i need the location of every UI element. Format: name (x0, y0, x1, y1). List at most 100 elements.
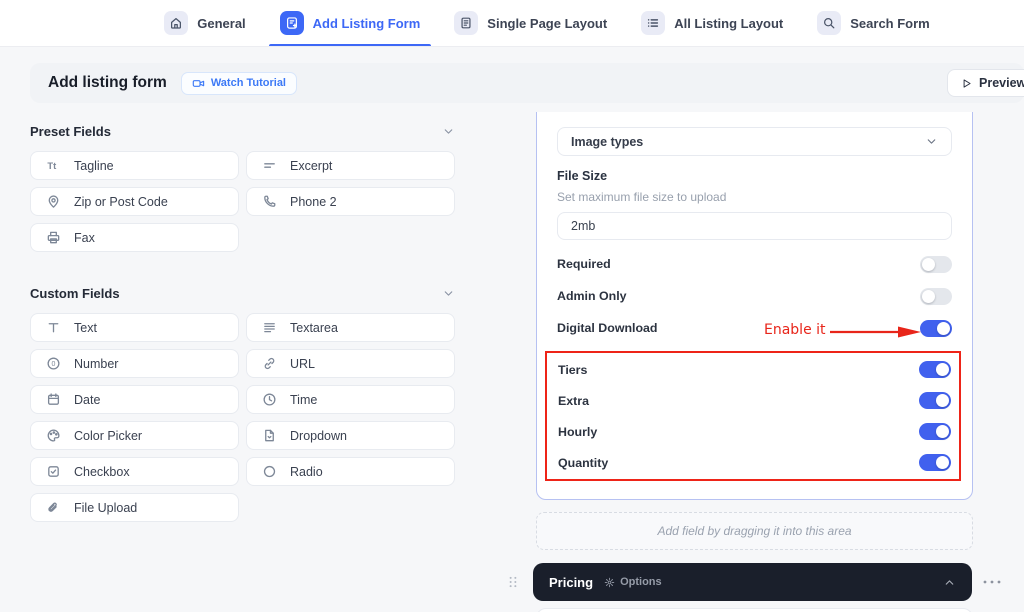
preview-label: Preview (979, 76, 1024, 90)
tab-label: Single Page Layout (487, 15, 608, 31)
toggle-extra[interactable] (919, 392, 951, 409)
chevron-down-icon[interactable] (442, 287, 455, 300)
image-types-value: Image types (571, 134, 644, 149)
field-label: Textarea (290, 320, 338, 335)
field-button-phone-2[interactable]: Phone 2 (246, 187, 455, 216)
number-icon: 0 (46, 356, 61, 371)
file-size-input[interactable] (557, 212, 952, 240)
preview-button[interactable]: Preview (947, 69, 1024, 97)
toggle-quantity[interactable] (919, 454, 951, 471)
add-listing-icon (285, 16, 299, 30)
fields-palette: Preset Fields Tt Tagline Excerpt Zip or Post… (30, 112, 455, 522)
toggle-label: Admin Only (557, 289, 627, 303)
field-button-radio[interactable]: Radio (246, 457, 455, 486)
toggle-knob (922, 289, 935, 303)
tab-label: Add Listing Form (312, 15, 421, 31)
toggle-label: Required (557, 257, 611, 271)
fax-icon (46, 230, 61, 245)
toggle-admin-only[interactable] (920, 287, 952, 305)
field-button-time[interactable]: Time (246, 385, 455, 414)
tab-single-page-layout[interactable]: Single Page Layout (437, 0, 624, 46)
field-button-excerpt[interactable]: Excerpt (246, 151, 455, 180)
page-title: Add listing form (48, 74, 167, 91)
field-button-checkbox[interactable]: Checkbox (30, 457, 239, 486)
field-label: Phone 2 (290, 194, 337, 209)
field-button-number[interactable]: 0 Number (30, 349, 239, 378)
toggle-tiers[interactable] (919, 361, 951, 378)
field-button-file-upload[interactable]: File Upload (30, 493, 239, 522)
svg-text:0: 0 (51, 361, 55, 368)
toggle-label: Extra (558, 393, 589, 408)
tab-iconbox (641, 11, 666, 35)
tab-iconbox (164, 11, 189, 35)
pricing-section-bar[interactable]: Pricing Options (533, 563, 972, 601)
field-button-zip-or-post-code[interactable]: Zip or Post Code (30, 187, 239, 216)
drop-area-text: Add field by dragging it into this area (657, 524, 852, 538)
tab-all-listing-layout[interactable]: All Listing Layout (624, 0, 800, 46)
field-label: Fax (74, 230, 95, 245)
annotation-arrow-icon (830, 326, 921, 338)
file-size-label: File Size (557, 169, 608, 183)
pricing-options-button[interactable]: Options (604, 576, 662, 588)
ellipsis-menu-icon[interactable] (982, 576, 1002, 588)
gear-icon (604, 577, 615, 588)
svg-text:Tt: Tt (47, 161, 56, 171)
excerpt-icon (262, 158, 277, 173)
toggle-label: Digital Download (557, 321, 658, 335)
field-button-date[interactable]: Date (30, 385, 239, 414)
tab-search-form[interactable]: Search Form (800, 0, 946, 46)
fields-grid: Text Textarea 0 Number URL Date Time Color Pick… (30, 313, 455, 522)
field-button-text[interactable]: Text (30, 313, 239, 342)
field-label: Excerpt (290, 158, 333, 173)
section-preset-fields: Preset Fields Tt Tagline Excerpt Zip or Post… (30, 123, 455, 252)
tab-add-listing-form[interactable]: Add Listing Form (263, 0, 438, 46)
tab-label: General (197, 15, 246, 31)
tab-iconbox (454, 11, 479, 35)
textarea-icon (262, 320, 277, 335)
field-label: Number (74, 356, 119, 371)
field-label: File Upload (74, 500, 138, 515)
annotation-enable-it: Enable it (764, 322, 826, 338)
toggle-knob (937, 321, 950, 335)
video-icon (192, 77, 205, 90)
drop-area[interactable]: Add field by dragging it into this area (536, 512, 973, 550)
watch-tutorial-label: Watch Tutorial (210, 77, 286, 89)
toggle-knob (936, 394, 949, 407)
zip-icon (46, 194, 61, 209)
tab-iconbox (817, 11, 842, 35)
toggle-row-tiers: Tiers (558, 354, 951, 385)
section-title: Custom Fields (30, 285, 120, 301)
field-button-fax[interactable]: Fax (30, 223, 239, 252)
toggle-row-quantity: Quantity (558, 447, 951, 478)
toggle-knob (922, 257, 935, 271)
toggle-required[interactable] (920, 255, 952, 273)
image-types-select[interactable]: Image types (557, 127, 952, 156)
section-header: Preset Fields (30, 123, 455, 139)
date-icon (46, 392, 61, 407)
checkbox-icon (46, 464, 61, 479)
field-button-url[interactable]: URL (246, 349, 455, 378)
field-label: URL (290, 356, 316, 371)
watch-tutorial-button[interactable]: Watch Tutorial (180, 71, 297, 95)
field-label: Zip or Post Code (74, 194, 168, 209)
chevron-down-icon (925, 135, 938, 148)
chevron-down-icon[interactable] (442, 125, 455, 138)
tab-general[interactable]: General (147, 0, 262, 46)
field-button-textarea[interactable]: Textarea (246, 313, 455, 342)
all-listing-icon (646, 16, 660, 30)
field-label: Dropdown (290, 428, 347, 443)
field-button-color-picker[interactable]: Color Picker (30, 421, 239, 450)
toggle-knob (936, 456, 949, 469)
field-button-dropdown[interactable]: Dropdown (246, 421, 455, 450)
color-picker-icon (46, 428, 61, 443)
drag-handle-icon[interactable] (506, 574, 520, 590)
tab-label: All Listing Layout (674, 15, 784, 31)
field-label: Checkbox (74, 464, 130, 479)
toggle-digital-download[interactable] (920, 319, 952, 337)
section-custom-fields: Custom Fields Text Textarea 0 Number URL Date T… (30, 285, 455, 522)
toggle-hourly[interactable] (919, 423, 951, 440)
search-icon (822, 16, 836, 30)
chevron-up-icon[interactable] (943, 576, 956, 589)
field-button-tagline[interactable]: Tt Tagline (30, 151, 239, 180)
tab-label: Search Form (850, 15, 930, 31)
